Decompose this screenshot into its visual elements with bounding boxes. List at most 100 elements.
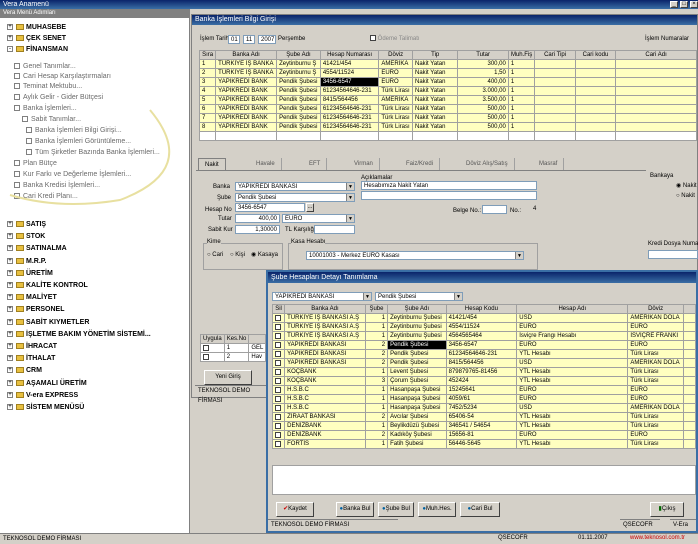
checkbox[interactable] — [275, 350, 281, 357]
menu-section[interactable]: + ÜRETİM — [4, 268, 184, 279]
column-header[interactable]: Döviz — [378, 50, 413, 60]
column-header[interactable]: Sıra — [198, 50, 217, 60]
table-row[interactable]: YAPIKREDİ BANKASI 2 Pendik Şubesi 612345646… — [271, 349, 697, 359]
column-header[interactable]: Şube Adı — [387, 304, 447, 314]
table-row[interactable]: KOÇBANK 1 Levent Şubesi 879879765-81456 YTL … — [271, 367, 697, 377]
table-row[interactable]: DENİZBANK 1 Beylikdüzü Şubesi 346541 / 5465… — [271, 421, 697, 431]
table-row[interactable] — [198, 131, 697, 141]
checkbox[interactable] — [275, 323, 281, 330]
bank-select[interactable]: YAPIKREDİ BANKASI ▼ — [235, 182, 355, 191]
table-cell[interactable] — [200, 352, 225, 362]
table-row[interactable]: TÜRKİYE İŞ BANKASI A.Ş 1 Zeytinburnu Şubes… — [271, 331, 697, 341]
column-header[interactable]: Hesap Numarası — [319, 50, 380, 60]
column-header[interactable]: Şube Adı — [276, 50, 321, 60]
loan-file-input[interactable] — [648, 250, 698, 259]
menu-section[interactable]: + AŞAMALI ÜRETİM — [4, 378, 184, 389]
table-row[interactable]: 3 YAPIKREDİ BANK Pendik Şubesi 3456-6547 EUR… — [198, 77, 697, 87]
column-header[interactable]: Banka Adı — [215, 50, 278, 60]
plus-icon[interactable]: + — [7, 35, 13, 41]
column-header[interactable]: Sil — [271, 304, 286, 314]
menu-section[interactable]: + İHRACAT — [4, 341, 184, 352]
table-row[interactable]: YAPIKREDİ BANKASI 2 Pendik Şubesi 3456-6547… — [271, 340, 697, 350]
table-row[interactable]: TÜRKİYE İŞ BANKASI A.Ş 1 Zeytinburnu Şubes… — [271, 313, 697, 323]
tab-6[interactable]: Masraf — [533, 158, 565, 170]
delete-checkbox[interactable] — [271, 394, 286, 404]
delete-checkbox[interactable] — [271, 430, 286, 440]
tab-1[interactable]: Havale — [250, 158, 282, 170]
table-row[interactable]: 8 YAPIKREDİ BANK Pendik Şubesi 61234564646-… — [198, 122, 697, 132]
amount-input[interactable]: 400,00 — [235, 214, 280, 223]
recipient-kasa-radio[interactable]: ◉ Kasaya — [251, 251, 278, 260]
table-row[interactable]: 4 YAPIKREDİ BANK Pendik Şubesi 61234564646-… — [198, 86, 697, 96]
checkbox[interactable] — [275, 386, 281, 393]
rate-input[interactable]: 1,30000 — [235, 225, 280, 234]
checkbox[interactable] — [275, 404, 281, 411]
column-header[interactable]: Döviz — [627, 304, 684, 314]
delete-checkbox[interactable] — [271, 313, 286, 323]
column-header[interactable]: Şube — [364, 304, 389, 314]
table-row[interactable]: TÜRKİYE İŞ BANKASI A.Ş 1 Zeytinburnu Şubes… — [271, 322, 697, 332]
plus-icon[interactable]: + — [7, 269, 13, 276]
minimize-button[interactable]: _ — [670, 1, 678, 8]
tab-5[interactable]: Döviz Alış/Satış — [460, 158, 515, 170]
button-0[interactable]: ✔Kaydet — [276, 502, 314, 517]
plus-icon[interactable]: + — [7, 221, 13, 227]
description-input-2[interactable] — [361, 191, 537, 200]
menu-section[interactable]: + PERSONEL — [4, 304, 184, 315]
plus-icon[interactable]: + — [7, 318, 13, 325]
menu-section[interactable]: + CRM — [4, 365, 184, 376]
table-row[interactable]: 1 TÜRKİYE İŞ BANKA Zeytinburnu Ş 41421/454 A… — [198, 59, 697, 69]
button-3[interactable]: ●Muh.Hes. — [418, 502, 456, 517]
delete-checkbox[interactable] — [271, 439, 286, 449]
column-header[interactable]: Hesap Adı — [516, 304, 629, 314]
column-header[interactable]: Muh.Fiş — [507, 50, 536, 60]
plus-icon[interactable]: + — [7, 343, 13, 349]
date-day[interactable]: 01 — [228, 35, 240, 44]
column-header[interactable]: Banka Adı — [284, 304, 366, 314]
plus-icon[interactable]: + — [7, 245, 13, 252]
table-cell[interactable] — [200, 343, 225, 353]
button-4[interactable]: ●Cari Bul — [460, 502, 500, 517]
table-row[interactable]: 7 YAPIKREDİ BANK Pendik Şubesi 61234564646-… — [198, 113, 697, 123]
menu-section[interactable]: + KALİTE KONTROL — [4, 280, 184, 291]
column-header[interactable]: Cari Tipi — [534, 50, 576, 60]
menu-item[interactable]: Cari Hesap Karşılaştırmaları — [14, 72, 111, 81]
account-lookup-button[interactable]: ... — [306, 203, 314, 212]
checkbox[interactable] — [275, 440, 281, 447]
minus-icon[interactable]: - — [7, 46, 13, 52]
menu-section[interactable]: + MALİYET — [4, 292, 184, 303]
table-row[interactable]: 6 YAPIKREDİ BANK Pendik Şubesi 61234564646-… — [198, 104, 697, 114]
delete-checkbox[interactable] — [271, 412, 286, 422]
menu-section[interactable]: + MUHASEBE — [4, 22, 184, 33]
column-header[interactable]: Tutar — [457, 50, 509, 60]
branch-accounts-table[interactable]: Sil Banka Adı Şube Şube Adı Hesap Kodu Hesap … — [271, 304, 697, 449]
payment-order-checkbox[interactable]: Ödeme Talimatı — [370, 35, 420, 44]
plus-icon[interactable]: + — [7, 233, 13, 240]
table-row[interactable]: FORTİS 1 Fatih Şubesi 56446-5645 YTL Hesabı T… — [271, 439, 697, 449]
maximize-button[interactable]: □ — [680, 1, 688, 8]
plus-icon[interactable]: + — [7, 404, 13, 410]
plus-icon[interactable]: + — [7, 294, 13, 301]
table-row[interactable]: H.S.B.C 1 Hasanpaşa Şubesi 15245641 EURO EURO — [271, 385, 697, 395]
table-row[interactable]: DENİZBANK 2 Kadıköy Şubesi 15656-81 EURO EURO — [271, 430, 697, 440]
branch-select[interactable]: Pendik Şubesi ▼ — [235, 193, 355, 202]
description-input[interactable]: Hesabımıza Nakit Yatan — [361, 181, 537, 190]
delete-checkbox[interactable] — [271, 403, 286, 413]
menu-section[interactable]: + M.R.P. — [4, 256, 184, 267]
table-row[interactable]: YAPIKREDİ BANKASI 2 Pendik Şubesi 8415/5644… — [271, 358, 697, 368]
checkbox[interactable] — [275, 431, 281, 438]
column-header[interactable]: Cari Adı — [615, 50, 697, 60]
checkbox[interactable] — [275, 341, 281, 348]
delete-checkbox[interactable] — [271, 322, 286, 332]
tab-2[interactable]: EFT — [303, 158, 328, 170]
menu-section[interactable]: + SATINALMA — [4, 243, 184, 254]
table-row[interactable]: 2 TÜRKİYE İŞ BANKA Zeytinburnu Ş 4554/11524… — [198, 68, 697, 78]
delete-checkbox[interactable] — [271, 349, 286, 359]
delete-checkbox[interactable] — [271, 367, 286, 377]
menu-section[interactable]: + ÇEK SENET — [4, 33, 184, 44]
tl-equiv-input[interactable] — [314, 225, 355, 234]
transactions-table[interactable]: Sıra Banka Adı Şube Adı Hesap Numarası Döviz… — [198, 50, 697, 141]
recipient-cari-radio[interactable]: ○ Cari — [207, 251, 223, 260]
table-row[interactable]: ZİRAAT BANKASI 2 Avcılar Şubesi 65406-54 YTL… — [271, 412, 697, 422]
menu-section[interactable]: + V-era EXPRESS — [4, 390, 184, 401]
